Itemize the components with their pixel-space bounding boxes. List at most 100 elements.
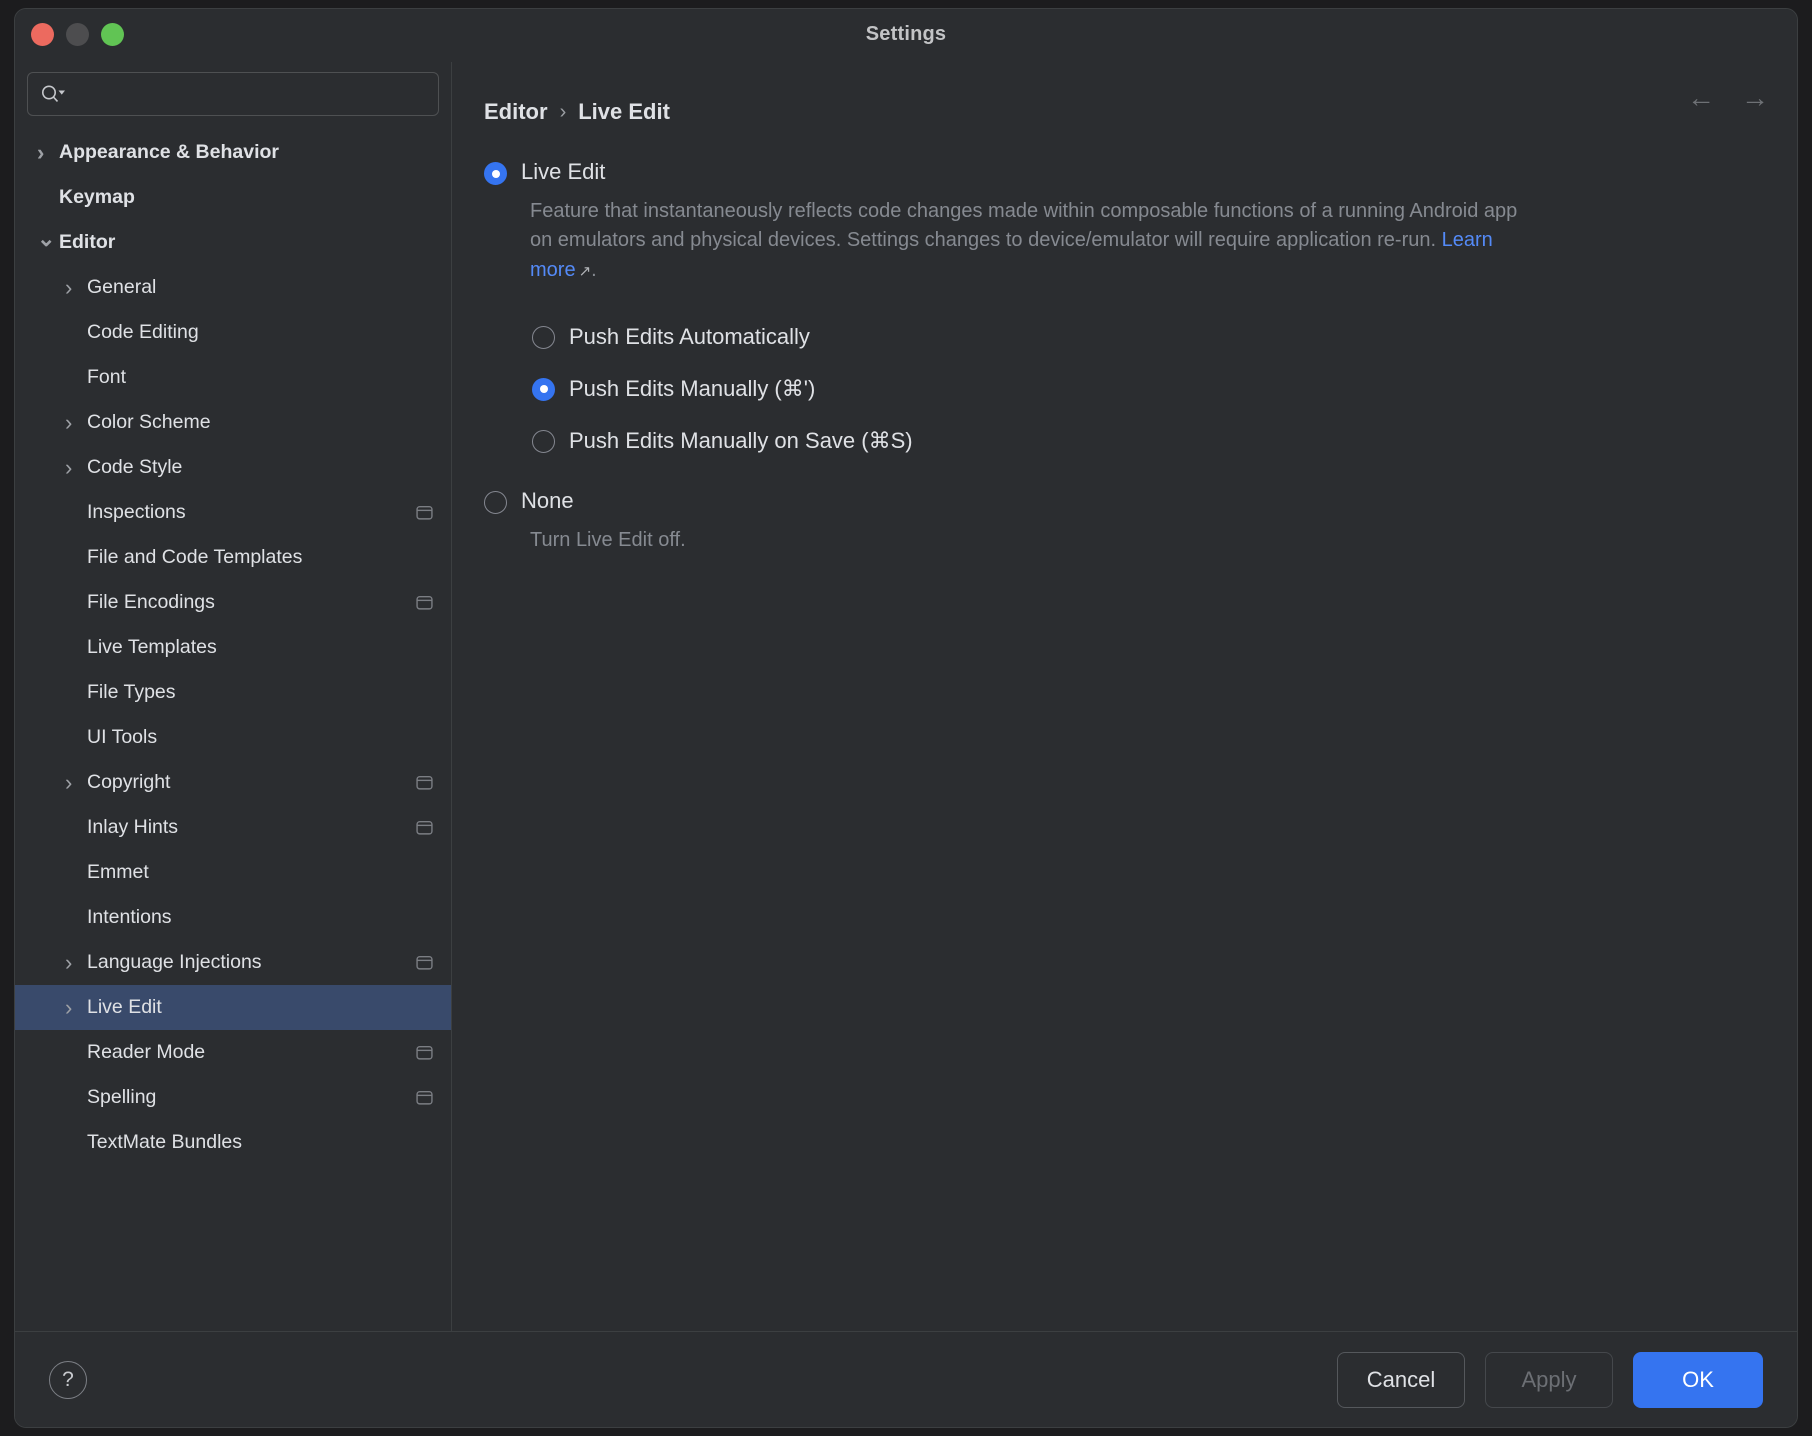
chevron-right-icon[interactable]: › [65,410,87,436]
sidebar-item-label: Spelling [87,1086,416,1109]
sidebar-item-label: UI Tools [87,726,433,749]
apply-button[interactable]: Apply [1485,1352,1613,1408]
sidebar-item-label: Emmet [87,861,433,884]
sidebar-item-inlay-hints[interactable]: ›Inlay Hints [15,805,451,850]
breadcrumb-parent[interactable]: Editor [484,99,548,125]
settings-sidebar: ›Appearance & Behavior›Keymap⌄Editor›Gen… [15,62,452,1331]
sidebar-item-font[interactable]: ›Font [15,355,451,400]
live-edit-description-end: . [591,259,597,281]
sidebar-item-emmet[interactable]: ›Emmet [15,850,451,895]
title-bar: Settings [15,9,1797,61]
sidebar-item-label: Reader Mode [87,1041,416,1064]
push-edits-option-row[interactable]: Push Edits Manually on Save (⌘S) [532,415,1765,467]
window-title: Settings [15,23,1797,46]
none-radio-row[interactable]: None [484,487,1765,515]
sidebar-item-label: Live Edit [87,996,433,1019]
sidebar-item-label: File and Code Templates [87,546,433,569]
chevron-right-icon[interactable]: › [65,950,87,976]
panel-icon [416,1045,433,1060]
panel-icon [416,775,433,790]
push-edits-option-radio[interactable] [532,378,555,401]
none-radio[interactable] [484,491,507,514]
sidebar-item-color-scheme[interactable]: ›Color Scheme [15,400,451,445]
push-edits-option-radio[interactable] [532,430,555,453]
cancel-button[interactable]: Cancel [1337,1352,1465,1408]
search-box[interactable] [27,72,439,116]
push-edits-options: Push Edits Automatically Push Edits Manua… [532,311,1765,467]
settings-tree[interactable]: ›Appearance & Behavior›Keymap⌄Editor›Gen… [15,130,451,1331]
dialog-footer: ? Cancel Apply OK [15,1331,1797,1427]
panel-icon [416,1090,433,1105]
sidebar-item-label: Font [87,366,433,389]
forward-arrow-icon[interactable]: → [1741,84,1769,112]
push-edits-option-row[interactable]: Push Edits Automatically [532,311,1765,363]
panel-icon [416,820,433,835]
sidebar-item-label: Inlay Hints [87,816,416,839]
sidebar-item-textmate-bundles[interactable]: ›TextMate Bundles [15,1120,451,1165]
sidebar-item-label: Intentions [87,906,433,929]
sidebar-item-label: TextMate Bundles [87,1131,433,1154]
search-container [15,62,451,130]
chevron-right-icon[interactable]: › [65,275,87,301]
sidebar-item-keymap[interactable]: ›Keymap [15,175,451,220]
sidebar-item-general[interactable]: ›General [15,265,451,310]
sidebar-item-appearance-behavior[interactable]: ›Appearance & Behavior [15,130,451,175]
live-edit-description: Feature that instantaneously reflects co… [530,197,1520,286]
live-edit-radio-row[interactable]: Live Edit [484,158,1765,186]
window-body: ›Appearance & Behavior›Keymap⌄Editor›Gen… [15,61,1797,1331]
live-edit-description-text: Feature that instantaneously reflects co… [530,200,1517,252]
chevron-down-icon[interactable]: ⌄ [37,226,59,252]
breadcrumb: Editor › Live Edit ← → [452,62,1797,136]
sidebar-item-label: Editor [59,231,433,254]
nav-arrows: ← → [1687,84,1769,112]
sidebar-item-label: Color Scheme [87,411,433,434]
sidebar-item-inspections[interactable]: ›Inspections [15,490,451,535]
sidebar-item-label: Copyright [87,771,416,794]
sidebar-item-code-style[interactable]: ›Code Style [15,445,451,490]
chevron-right-icon[interactable]: › [37,140,59,166]
panel-icon [416,955,433,970]
sidebar-item-label: File Encodings [87,591,416,614]
panel-icon [416,595,433,610]
sidebar-item-label: Code Editing [87,321,433,344]
sidebar-item-copyright[interactable]: ›Copyright [15,760,451,805]
none-radio-label: None [521,487,574,515]
push-edits-option-label: Push Edits Automatically [569,324,810,350]
sidebar-item-code-editing[interactable]: ›Code Editing [15,310,451,355]
sidebar-item-live-templates[interactable]: ›Live Templates [15,625,451,670]
sidebar-item-file-encodings[interactable]: ›File Encodings [15,580,451,625]
push-edits-option-label: Push Edits Manually on Save (⌘S) [569,428,913,454]
ok-button[interactable]: OK [1633,1352,1763,1408]
chevron-right-icon[interactable]: › [65,770,87,796]
settings-window: Settings ›Appearance & Behavior›Keymap⌄E [14,8,1798,1428]
breadcrumb-current: Live Edit [578,99,670,125]
push-edits-option-row[interactable]: Push Edits Manually (⌘') [532,363,1765,415]
push-edits-option-label: Push Edits Manually (⌘') [569,376,815,402]
sidebar-item-ui-tools[interactable]: ›UI Tools [15,715,451,760]
none-description: Turn Live Edit off. [530,526,1520,556]
sidebar-item-label: Appearance & Behavior [59,141,433,164]
live-edit-radio[interactable] [484,162,507,185]
sidebar-item-file-and-code-templates[interactable]: ›File and Code Templates [15,535,451,580]
search-input[interactable] [66,84,426,104]
chevron-right-icon[interactable]: › [65,455,87,481]
sidebar-item-live-edit[interactable]: ›Live Edit [15,985,451,1030]
sidebar-item-label: General [87,276,433,299]
push-edits-option-radio[interactable] [532,326,555,349]
live-edit-radio-label: Live Edit [521,158,605,186]
sidebar-item-intentions[interactable]: ›Intentions [15,895,451,940]
sidebar-item-reader-mode[interactable]: ›Reader Mode [15,1030,451,1075]
sidebar-item-spelling[interactable]: ›Spelling [15,1075,451,1120]
sidebar-item-language-injections[interactable]: ›Language Injections [15,940,451,985]
external-link-icon: ↗ [576,263,592,280]
sidebar-item-file-types[interactable]: ›File Types [15,670,451,715]
back-arrow-icon[interactable]: ← [1687,84,1715,112]
settings-content: Editor › Live Edit ← → Live Edit Feature… [452,62,1797,1331]
sidebar-item-editor[interactable]: ⌄Editor [15,220,451,265]
live-edit-settings-pane: Live Edit Feature that instantaneously r… [452,136,1797,555]
sidebar-item-label: Inspections [87,501,416,524]
chevron-right-icon[interactable]: › [65,995,87,1021]
sidebar-item-label: Live Templates [87,636,433,659]
help-icon[interactable]: ? [49,1361,87,1399]
sidebar-item-label: Language Injections [87,951,416,974]
